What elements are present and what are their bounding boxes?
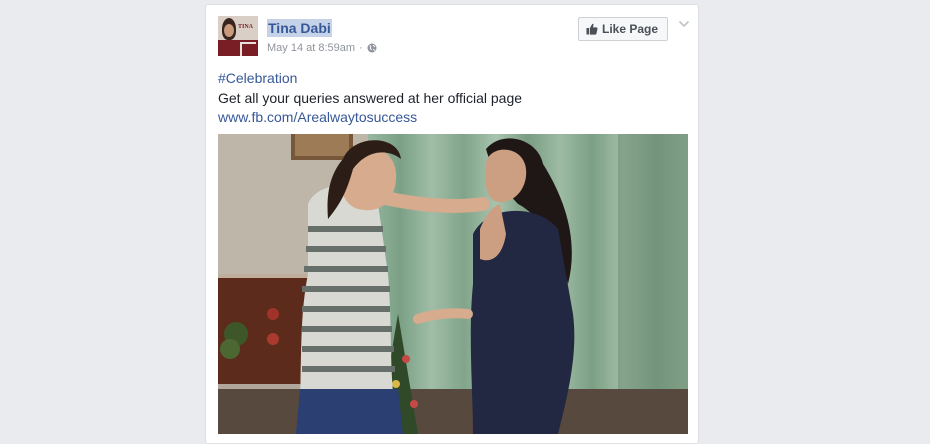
- chevron-down-icon[interactable]: [678, 19, 690, 29]
- post-timestamp[interactable]: May 14 at 8:59am: [267, 41, 355, 55]
- author-avatar[interactable]: TINA: [218, 16, 258, 56]
- globe-icon[interactable]: [367, 43, 377, 53]
- thumbs-up-icon: [586, 23, 598, 35]
- author-name[interactable]: Tina Dabi: [267, 19, 332, 37]
- hashtag-link[interactable]: #Celebration: [218, 69, 522, 89]
- post-body: #Celebration Get all your queries answer…: [218, 69, 522, 128]
- meta-separator: ·: [359, 42, 363, 54]
- post-meta: May 14 at 8:59am ·: [267, 41, 377, 55]
- like-page-label: Like Page: [602, 22, 659, 36]
- post-card: TINA Tina Dabi May 14 at 8:59am · Like P…: [205, 4, 699, 444]
- like-page-button[interactable]: Like Page: [578, 17, 669, 41]
- avatar-logo-text: TINA: [238, 24, 254, 30]
- post-message: Get all your queries answered at her off…: [218, 89, 523, 106]
- page-link[interactable]: www.fb.com/Arealwaytosuccess: [218, 108, 522, 128]
- celebration-photo-image: [218, 134, 688, 434]
- post-photo[interactable]: [218, 134, 688, 434]
